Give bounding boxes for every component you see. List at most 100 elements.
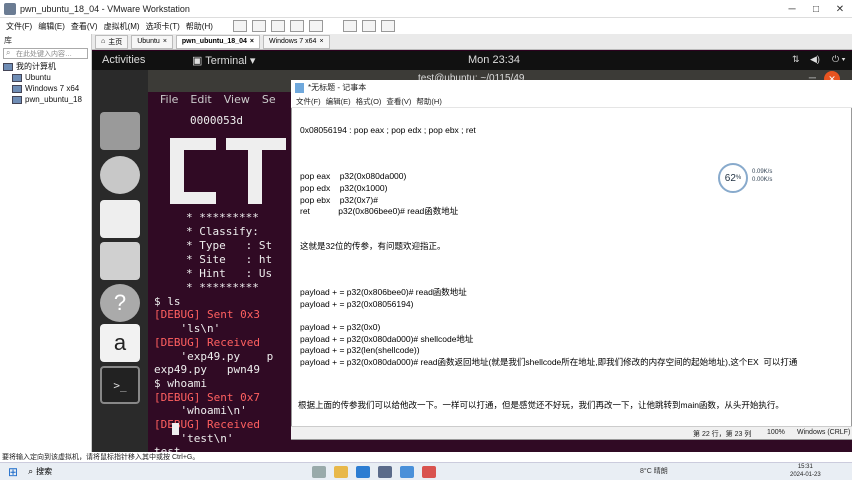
terminal-menu-search[interactable]: Se	[262, 93, 276, 106]
notepad-menu-view[interactable]: 查看(V)	[386, 96, 411, 107]
menu-help[interactable]: 帮助(H)	[186, 21, 213, 32]
terminal-line: [DEBUG] Sent 0x3	[154, 308, 260, 322]
search-icon[interactable]: ⌕	[28, 466, 33, 477]
system-clock[interactable]: 15:31 2024-01-23	[790, 463, 821, 479]
tree-my-computer[interactable]: 我的计算机	[0, 61, 91, 72]
files-icon[interactable]	[100, 112, 140, 150]
maximize-button[interactable]: □	[804, 0, 828, 18]
close-tab-icon[interactable]: ×	[163, 38, 167, 45]
network-speed-info: 0.09K/s 0.00K/s	[752, 169, 773, 183]
close-button[interactable]: ✕	[828, 0, 852, 18]
terminal-line: * Classify:	[186, 225, 259, 238]
taskbar-search[interactable]: 搜索	[36, 466, 52, 477]
amazon-icon[interactable]: a	[100, 324, 140, 362]
terminal-line: exp49.py pwn49	[154, 363, 260, 377]
tree-item-pwn-ubuntu[interactable]: pwn_ubuntu_18	[0, 94, 91, 105]
activities-button[interactable]: Activities	[102, 54, 145, 66]
terminal-line: * Type : St	[186, 239, 273, 252]
terminal-menu-edit[interactable]: Edit	[190, 93, 211, 106]
terminal-line: [DEBUG] Received	[154, 418, 260, 431]
ascii-art-block	[170, 192, 216, 204]
terminal-menu-file[interactable]: File	[160, 93, 178, 106]
line-ending: Windows (CRLF)	[797, 429, 851, 436]
ubuntu-dock: ? a >_	[92, 70, 148, 452]
unity-icon[interactable]	[361, 20, 376, 32]
terminal-line: * *********	[186, 281, 259, 294]
notepad-line: 0x08056194 : pop eax ; pop edx ; pop ebx…	[300, 125, 476, 135]
notepad-title: *无标题 - 记事本	[308, 83, 367, 92]
menu-tabs[interactable]: 选项卡(T)	[146, 21, 180, 32]
terminal-line: $ whoami	[154, 376, 207, 390]
software-icon[interactable]	[100, 242, 140, 280]
vm-icon	[12, 95, 22, 104]
notepad-line: pop eax p32(0x080da000)	[300, 171, 407, 182]
library-search-input[interactable]: 在此处键入内容…	[3, 48, 88, 59]
windows-start-icon[interactable]: ⊞	[8, 465, 18, 479]
terminal-line: * *********	[186, 211, 259, 224]
console-view-icon[interactable]	[380, 20, 395, 32]
notepad-menu-help[interactable]: 帮助(H)	[416, 96, 441, 107]
tree-item-windows7[interactable]: Windows 7 x64	[0, 83, 91, 94]
network-icon[interactable]: ⇅	[792, 54, 800, 65]
vmware-logo-icon	[4, 2, 16, 15]
weather[interactable]: 8°C 晴朗	[640, 466, 668, 476]
menu-file[interactable]: 文件(F)	[6, 21, 32, 32]
terminal-line: 'test\n'	[154, 431, 234, 445]
notepad-taskbar-icon[interactable]	[400, 465, 415, 478]
vm-icon	[12, 73, 22, 82]
terminal-menu-view[interactable]: View	[224, 93, 250, 106]
home-icon: ⌂	[101, 38, 106, 45]
notepad-line: pop edx p32(0x1000)	[300, 183, 388, 193]
menu-edit[interactable]: 编辑(E)	[38, 21, 65, 32]
menu-view[interactable]: 查看(V)	[71, 21, 98, 32]
power-icon[interactable]	[232, 20, 247, 32]
power-menu-icon[interactable]: ⏻ ▾	[832, 54, 845, 65]
help-icon[interactable]: ?	[100, 284, 140, 322]
tab-home[interactable]: ⌂ 主页	[95, 34, 129, 49]
app-taskbar-icon[interactable]	[422, 465, 437, 478]
cursor-position: 第 22 行，第 23 列	[693, 431, 752, 438]
terminal-line: 'exp49.py p	[154, 349, 274, 363]
tree-item-ubuntu[interactable]: Ubuntu	[0, 72, 91, 83]
tab-pwn-ubuntu[interactable]: pwn_ubuntu_18_04 ×	[175, 34, 260, 49]
notepad-line: 根据上面的传参我们可以给他改一下。一样可以打通，但是感觉还不好玩，我们再改一下，…	[298, 399, 784, 410]
notepad-line: payload + = p32(len(shellcode))	[300, 345, 420, 356]
terminal-line: [DEBUG] Sent 0x7	[154, 390, 260, 404]
terminal-cursor	[172, 423, 179, 435]
snapshot-icon[interactable]	[270, 20, 285, 32]
menu-vm[interactable]: 虚拟机(M)	[104, 21, 140, 32]
clock[interactable]: Mon 23:34	[468, 54, 520, 66]
explorer-icon[interactable]	[334, 465, 349, 478]
library-header: 库	[4, 35, 12, 45]
browser-icon[interactable]	[356, 465, 371, 478]
music-icon[interactable]	[100, 156, 140, 194]
send-keys-icon[interactable]	[251, 20, 266, 32]
ascii-art-block	[248, 138, 262, 204]
minimize-button[interactable]: ─	[780, 0, 804, 18]
tab-ubuntu[interactable]: Ubuntu ×	[131, 34, 173, 49]
notepad-line: ret p32(0x806bee0)# read函数地址	[300, 206, 459, 217]
manage-snapshot-icon[interactable]	[308, 20, 323, 32]
vm-icon	[12, 84, 22, 93]
volume-icon[interactable]: ◀)	[810, 54, 820, 65]
terminal-dock-icon[interactable]: >_	[100, 366, 140, 404]
tab-windows7[interactable]: Windows 7 x64 ×	[262, 34, 330, 49]
network-speed-widget[interactable]: 62%	[718, 163, 748, 193]
notepad-menu-edit[interactable]: 编辑(E)	[326, 96, 351, 107]
document-icon[interactable]	[100, 200, 140, 238]
vmware-taskbar-icon[interactable]	[378, 465, 393, 478]
gnome-top-bar: Activities ▣ Terminal ▾ Mon 23:34 ⇅ ◀) ⏻…	[92, 51, 852, 70]
terminal-app-menu[interactable]: ▣ Terminal ▾	[192, 54, 255, 67]
close-tab-icon[interactable]: ×	[319, 38, 323, 45]
terminal-line: [DEBUG] Received	[154, 335, 260, 349]
revert-snapshot-icon[interactable]	[289, 20, 304, 32]
zoom-level: 100%	[767, 429, 785, 436]
notepad-icon	[295, 82, 304, 93]
fullscreen-icon[interactable]	[342, 20, 357, 32]
close-tab-icon[interactable]: ×	[250, 38, 254, 45]
notepad-line: payload + = p32(0x080da000)# read函数返回地址(…	[300, 357, 798, 367]
notepad-menu-file[interactable]: 文件(F)	[296, 96, 321, 107]
notepad-line: pop ebx p32(0x7)#	[300, 194, 378, 205]
task-view-icon[interactable]	[312, 465, 327, 478]
notepad-menu-format[interactable]: 格式(O)	[356, 96, 382, 107]
